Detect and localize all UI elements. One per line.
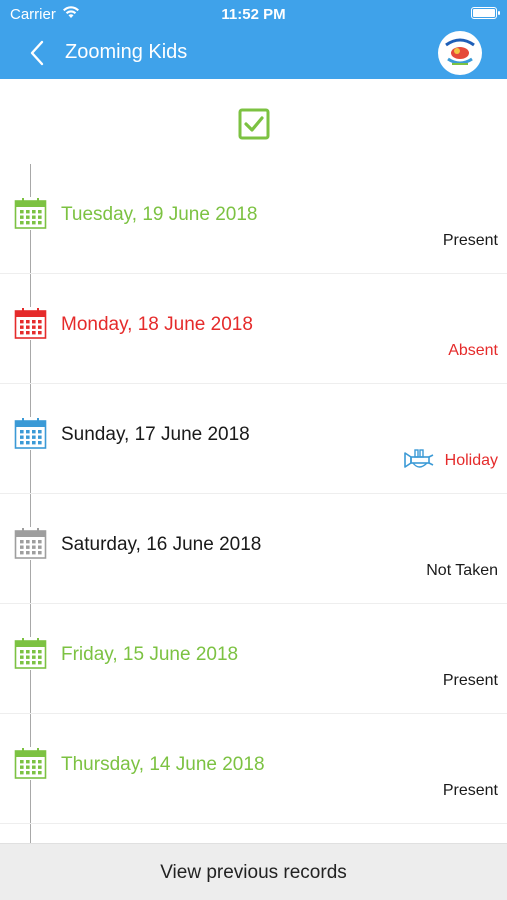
view-previous-records-label: View previous records bbox=[160, 862, 347, 883]
record-date: Sunday, 17 June 2018 bbox=[61, 424, 250, 445]
clock: 11:52 PM bbox=[221, 6, 286, 23]
record-status: Holiday bbox=[444, 452, 498, 469]
record-date: Monday, 18 June 2018 bbox=[61, 314, 253, 335]
attendance-row[interactable]: Saturday, 16 June 2018 Not Taken bbox=[0, 494, 507, 604]
attendance-row[interactable]: Tuesday, 19 June 2018 Present bbox=[0, 164, 507, 274]
record-date: Tuesday, 19 June 2018 bbox=[61, 204, 258, 225]
trumpet-icon bbox=[404, 449, 434, 468]
attendance-row[interactable]: Sunday, 17 June 2018 Holiday bbox=[0, 384, 507, 494]
record-status: Absent bbox=[448, 342, 498, 359]
school-logo bbox=[438, 31, 482, 75]
record-date: Friday, 15 June 2018 bbox=[61, 644, 239, 665]
record-status: Present bbox=[442, 782, 498, 799]
page-title: Zooming Kids bbox=[65, 41, 188, 63]
calendar-icon bbox=[14, 197, 47, 230]
status-bar: Carrier 11:52 PM bbox=[0, 0, 507, 28]
calendar-icon bbox=[14, 527, 47, 560]
attendance-row[interactable]: Monday, 18 June 2018 Absent bbox=[0, 274, 507, 384]
record-date: Saturday, 16 June 2018 bbox=[61, 534, 262, 555]
record-date: Thursday, 14 June 2018 bbox=[61, 754, 265, 775]
record-status: Present bbox=[442, 232, 498, 249]
attendance-row[interactable]: Friday, 15 June 2018 Present bbox=[0, 604, 507, 714]
calendar-icon bbox=[14, 747, 47, 780]
record-status: Present bbox=[442, 672, 498, 689]
checkbox-checked-icon[interactable] bbox=[238, 108, 270, 140]
battery-icon bbox=[471, 7, 500, 19]
attendance-row[interactable]: Thursday, 14 June 2018 Present bbox=[0, 714, 507, 824]
navigation-bar: Zooming Kids bbox=[0, 28, 507, 79]
view-previous-records-button[interactable]: View previous records bbox=[0, 843, 507, 900]
calendar-icon bbox=[14, 637, 47, 670]
calendar-icon bbox=[14, 307, 47, 340]
back-chevron-icon[interactable] bbox=[26, 38, 50, 68]
calendar-icon bbox=[14, 417, 47, 450]
record-status: Not Taken bbox=[426, 562, 498, 579]
